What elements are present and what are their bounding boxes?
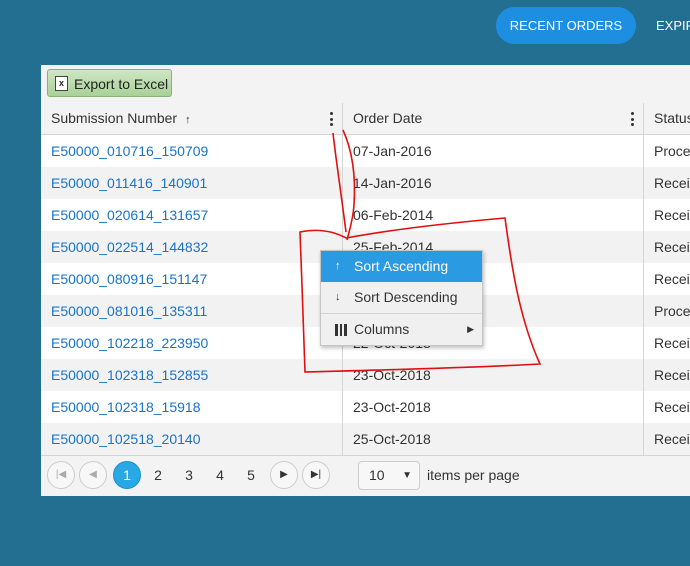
red-annotation-scribble [299,129,542,373]
